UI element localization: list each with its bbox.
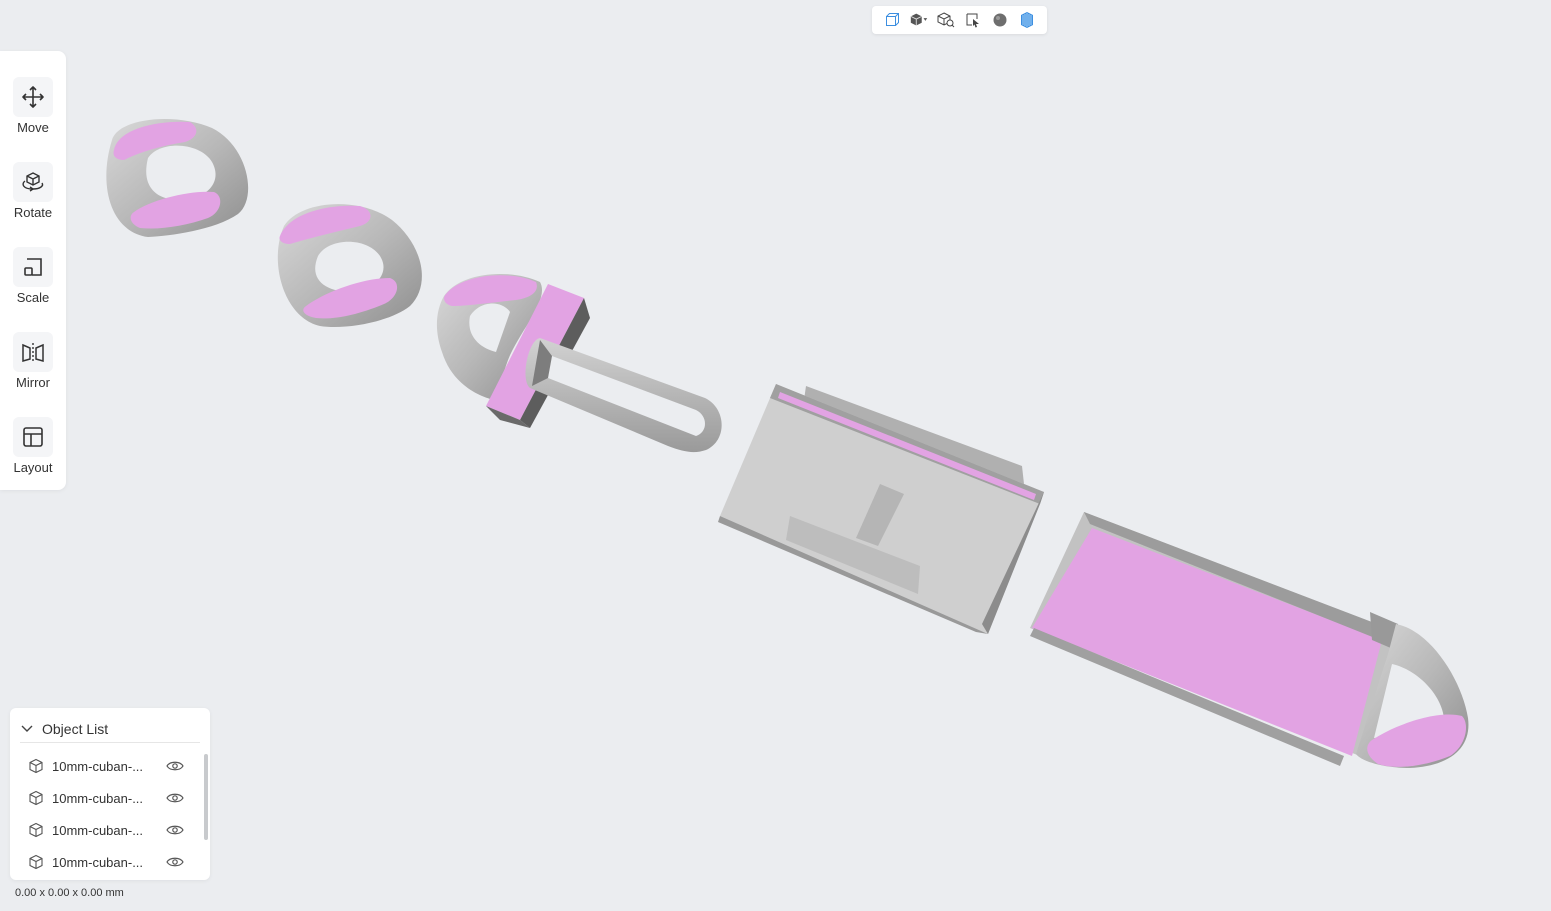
slice-layers-icon[interactable] [1017, 10, 1037, 30]
scale-label: Scale [16, 290, 50, 305]
cube-icon [28, 822, 44, 838]
mirror-tool-button[interactable]: Mirror [0, 332, 66, 402]
chain-link-2[interactable] [277, 204, 422, 328]
rotate-icon [13, 162, 53, 202]
object-list-panel: Object List 10mm-cuban-... 10mm-cuban-..… [10, 708, 210, 880]
mirror-icon [13, 332, 53, 372]
object-list-item[interactable]: 10mm-cuban-... [28, 785, 192, 811]
layout-label: Layout [13, 460, 53, 475]
rotate-tool-button[interactable]: Rotate [0, 162, 66, 232]
select-cursor-icon[interactable] [963, 10, 983, 30]
layout-icon [13, 417, 53, 457]
rotate-label: Rotate [13, 205, 53, 220]
object-list-header[interactable]: Object List [20, 716, 200, 743]
clasp-box[interactable] [718, 384, 1044, 634]
move-tool-button[interactable]: Move [0, 77, 66, 147]
chevron-down-icon [20, 722, 34, 736]
object-name: 10mm-cuban-... [52, 822, 144, 838]
tool-panel: Move Rotate Scale Mirror Layout [0, 51, 66, 490]
view-toolbar [872, 6, 1047, 34]
box-zoom-icon[interactable] [936, 10, 956, 30]
layout-tool-button[interactable]: Layout [0, 417, 66, 487]
object-name: 10mm-cuban-... [52, 854, 144, 870]
object-list-scrollbar[interactable] [204, 754, 208, 840]
object-name: 10mm-cuban-... [52, 790, 144, 806]
eye-icon[interactable] [166, 760, 184, 772]
eye-icon[interactable] [166, 856, 184, 868]
scale-icon [13, 247, 53, 287]
object-list-title: Object List [42, 721, 109, 737]
model-viewport[interactable] [0, 0, 1551, 911]
cube-icon [28, 854, 44, 870]
chain-link-1[interactable] [106, 118, 249, 237]
clasp-cover[interactable] [1030, 512, 1469, 768]
clasp-tongue[interactable] [436, 273, 722, 453]
cube-icon [28, 790, 44, 806]
solid-cube-dropdown-icon[interactable] [909, 10, 929, 30]
object-list-item[interactable]: 10mm-cuban-... [28, 849, 192, 875]
mirror-label: Mirror [16, 375, 50, 390]
eye-icon[interactable] [166, 824, 184, 836]
object-list-item[interactable]: 10mm-cuban-... [28, 753, 192, 779]
scale-tool-button[interactable]: Scale [0, 247, 66, 317]
eye-icon[interactable] [166, 792, 184, 804]
object-list-item[interactable]: 10mm-cuban-... [28, 817, 192, 843]
wireframe-box-icon[interactable] [882, 10, 902, 30]
sphere-icon[interactable] [990, 10, 1010, 30]
move-arrows-icon [13, 77, 53, 117]
cube-icon [28, 758, 44, 774]
object-name: 10mm-cuban-... [52, 758, 144, 774]
move-label: Move [17, 120, 49, 135]
dimensions-readout: 0.00 x 0.00 x 0.00 mm [15, 887, 124, 899]
